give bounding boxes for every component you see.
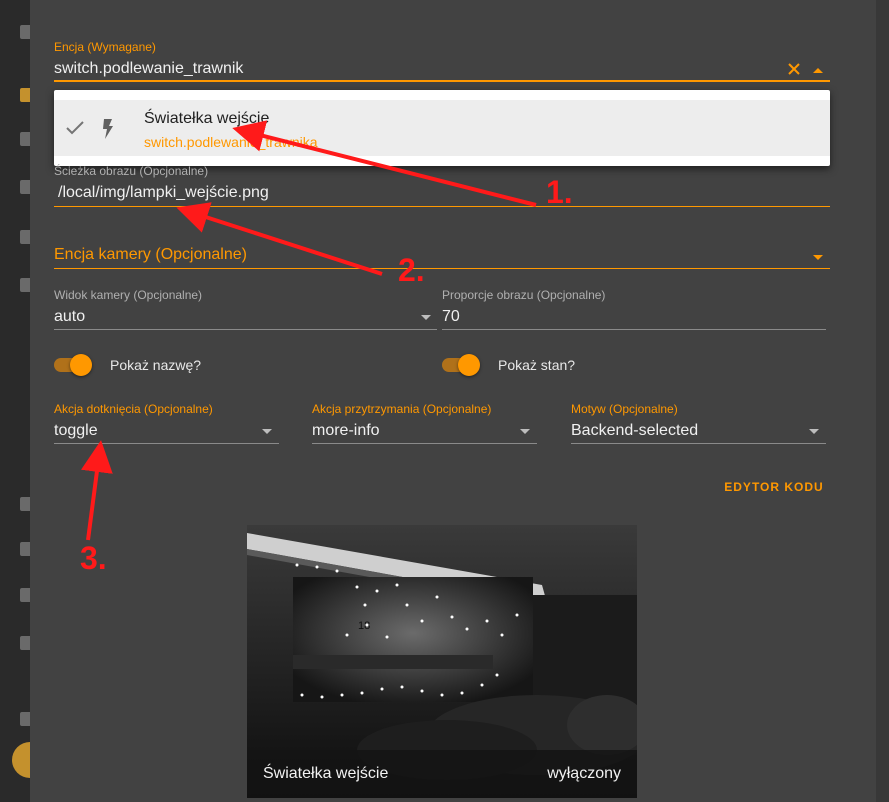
arrow-two [176, 202, 383, 276]
annotation-one: 1. [546, 174, 573, 210]
annotation-three: 3. [80, 540, 107, 576]
arrow-three [81, 440, 113, 541]
annotation-arrows [81, 120, 537, 541]
arrow-one [232, 120, 537, 207]
annotation-two: 2. [398, 252, 425, 288]
